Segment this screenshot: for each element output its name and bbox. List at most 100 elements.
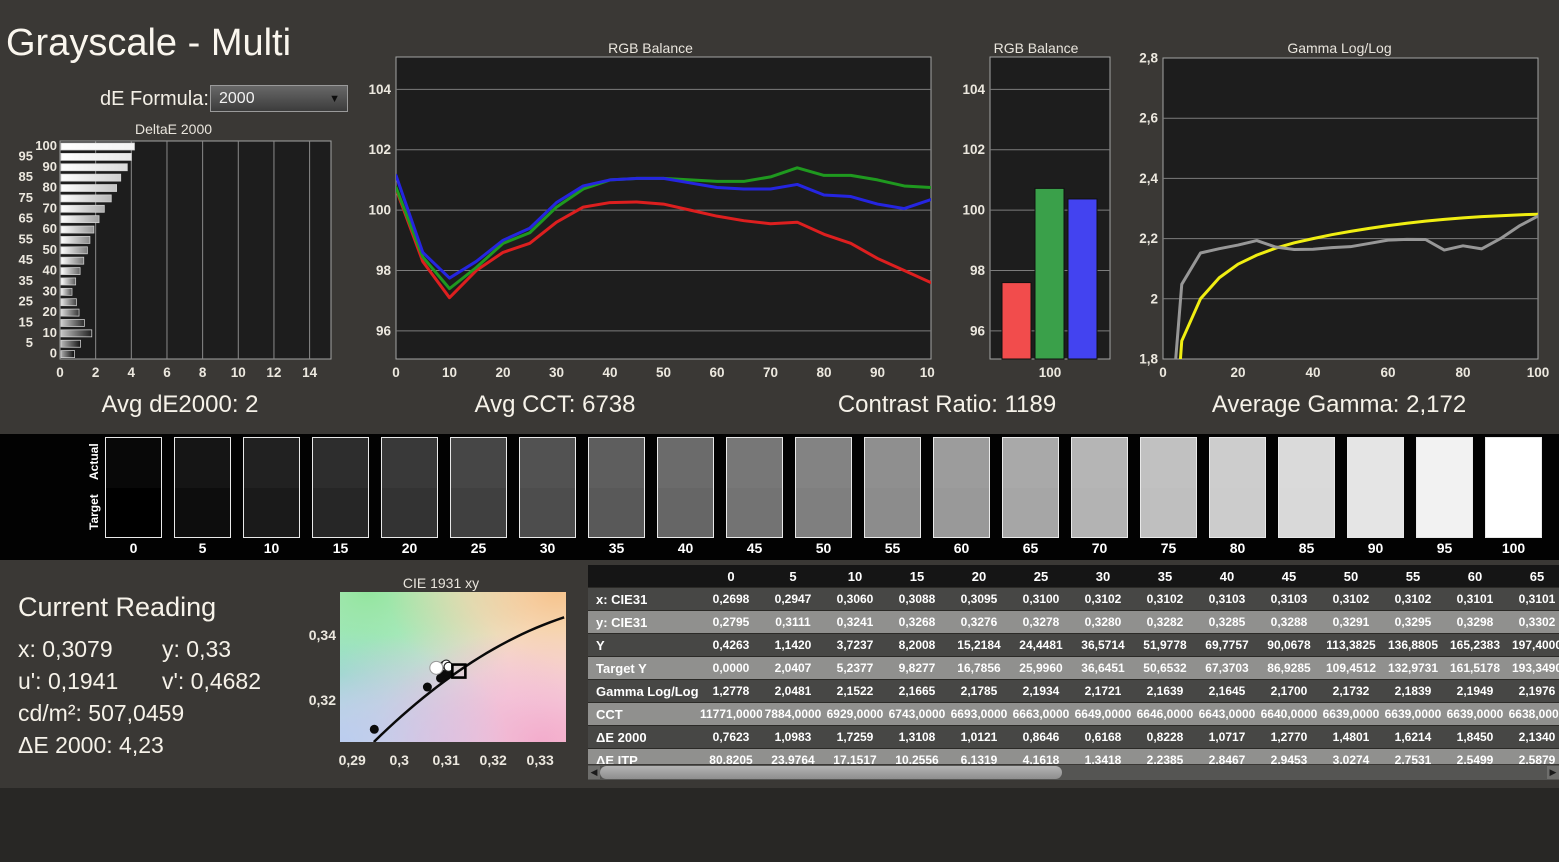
swatch-target xyxy=(1348,488,1403,538)
swatch-target xyxy=(1003,488,1058,538)
swatch-actual xyxy=(451,438,506,488)
table-cell: 6639,0000 xyxy=(1382,703,1444,726)
swatch-25 xyxy=(450,437,507,538)
svg-text:2,6: 2,6 xyxy=(1139,111,1158,126)
table-cell: 6643,0000 xyxy=(1196,703,1258,726)
swatch-actual xyxy=(658,438,713,488)
svg-text:60: 60 xyxy=(709,365,724,380)
table-cell: 0,8228 xyxy=(1134,726,1196,749)
svg-text:50: 50 xyxy=(43,242,57,257)
swatch-80 xyxy=(1209,437,1266,538)
table-row: ΔE 20000,76231,09831,72591,31081,01210,8… xyxy=(588,726,1559,749)
de-formula-dropdown[interactable]: 2000 ▼ xyxy=(210,85,348,112)
svg-text:102: 102 xyxy=(962,142,985,157)
swatch-95 xyxy=(1416,437,1473,538)
swatch-target xyxy=(658,488,713,538)
table-cell: 2,9453 xyxy=(1258,749,1320,765)
table-cell: 0,3276 xyxy=(948,611,1010,634)
swatch-level-label: 25 xyxy=(450,540,507,556)
svg-text:104: 104 xyxy=(962,82,985,97)
swatch-10 xyxy=(243,437,300,538)
svg-text:98: 98 xyxy=(970,263,986,278)
table-cell: 0,3295 xyxy=(1382,611,1444,634)
swatch-40 xyxy=(657,437,714,538)
swatch-actual xyxy=(1348,438,1403,488)
svg-text:35: 35 xyxy=(19,273,33,288)
svg-text:40: 40 xyxy=(1305,365,1320,380)
swatch-actual xyxy=(1141,438,1196,488)
svg-text:75: 75 xyxy=(19,190,33,205)
swatch-45 xyxy=(726,437,783,538)
swatch-actual xyxy=(865,438,920,488)
table-cell: 0,3268 xyxy=(886,611,948,634)
swatch-level-label: 50 xyxy=(795,540,852,556)
swatch-target xyxy=(1141,488,1196,538)
table-row: x: CIE310,26980,29470,30600,30880,30950,… xyxy=(588,588,1559,611)
table-scrollbar[interactable]: ◀ ▶ xyxy=(588,765,1559,780)
svg-text:102: 102 xyxy=(368,142,391,157)
svg-text:50: 50 xyxy=(656,365,671,380)
table-cell: 6639,0000 xyxy=(1320,703,1382,726)
swatch-actual xyxy=(1279,438,1334,488)
table-corner-cell xyxy=(588,565,700,588)
rgb-balance-line-chart: 10410210098960102030405060708090100 xyxy=(360,50,935,385)
svg-text:55: 55 xyxy=(19,231,33,246)
table-cell: 6,1319 xyxy=(948,749,1010,765)
swatch-70 xyxy=(1071,437,1128,538)
swatch-level-label: 45 xyxy=(726,540,783,556)
table-cell: 6693,0000 xyxy=(948,703,1010,726)
measurement-table: 05101520253035404550556065x: CIE310,2698… xyxy=(588,565,1559,764)
swatch-actual xyxy=(175,438,230,488)
scrollbar-thumb[interactable] xyxy=(600,766,1062,779)
swatch-actual xyxy=(1072,438,1127,488)
table-cell: 6929,0000 xyxy=(824,703,886,726)
svg-text:2,2: 2,2 xyxy=(1139,231,1158,246)
chevron-down-icon: ▼ xyxy=(329,93,340,105)
table-cell: 0,3102 xyxy=(1072,588,1134,611)
table-cell: 3,7237 xyxy=(824,634,886,657)
svg-text:20: 20 xyxy=(495,365,510,380)
swatch-level-label: 40 xyxy=(657,540,714,556)
swatch-target xyxy=(1417,488,1472,538)
table-cell: 0,3102 xyxy=(1134,588,1196,611)
deltae-bar-chart: 1009590858075706560555045403530252015105… xyxy=(0,136,345,386)
table-cell: 2,1934 xyxy=(1010,680,1072,703)
table-cell: 0,7623 xyxy=(700,726,762,749)
svg-text:80: 80 xyxy=(43,180,57,195)
table-row: Gamma Log/Log1,27782,04812,15222,16652,1… xyxy=(588,680,1559,703)
table-col-header: 5 xyxy=(762,565,824,588)
svg-text:0,32: 0,32 xyxy=(309,692,336,708)
table-cell: 2,1522 xyxy=(824,680,886,703)
table-col-header: 15 xyxy=(886,565,948,588)
svg-text:100: 100 xyxy=(1527,365,1550,380)
table-cell: 67,3703 xyxy=(1196,657,1258,680)
current-reading-title: Current Reading xyxy=(18,592,216,623)
svg-text:0: 0 xyxy=(56,365,64,380)
scroll-right-icon[interactable]: ▶ xyxy=(1547,766,1559,779)
table-cell: 0,3060 xyxy=(824,588,886,611)
table-col-header: 50 xyxy=(1320,565,1382,588)
svg-text:10: 10 xyxy=(43,325,57,340)
table-row: Target Y0,00002,04075,23779,827716,78562… xyxy=(588,657,1559,680)
swatch-actual xyxy=(1210,438,1265,488)
swatch-35 xyxy=(588,437,645,538)
stat-contrast-ratio: Contrast Ratio: 1189 xyxy=(838,391,1056,419)
swatch-target xyxy=(520,488,575,538)
swatch-target xyxy=(865,488,920,538)
scroll-left-icon[interactable]: ◀ xyxy=(588,766,600,779)
swatch-actual xyxy=(1003,438,1058,488)
svg-text:2,8: 2,8 xyxy=(1139,51,1158,66)
stat-avg-cct: Avg CCT: 6738 xyxy=(475,391,636,419)
svg-text:12: 12 xyxy=(266,365,281,380)
svg-text:90: 90 xyxy=(870,365,885,380)
reading-x: x: 0,3079 xyxy=(18,636,113,663)
svg-text:65: 65 xyxy=(19,211,33,226)
table-cell: 197,4000 xyxy=(1506,634,1559,657)
stat-avg-de2000: Avg dE2000: 2 xyxy=(101,391,258,419)
svg-text:85: 85 xyxy=(19,169,33,184)
swatch-level-label: 95 xyxy=(1416,540,1473,556)
swatch-level-label: 20 xyxy=(381,540,438,556)
svg-text:95: 95 xyxy=(19,148,33,163)
table-row: CCT11771,00007884,00006929,00006743,0000… xyxy=(588,703,1559,726)
swatch-target xyxy=(589,488,644,538)
